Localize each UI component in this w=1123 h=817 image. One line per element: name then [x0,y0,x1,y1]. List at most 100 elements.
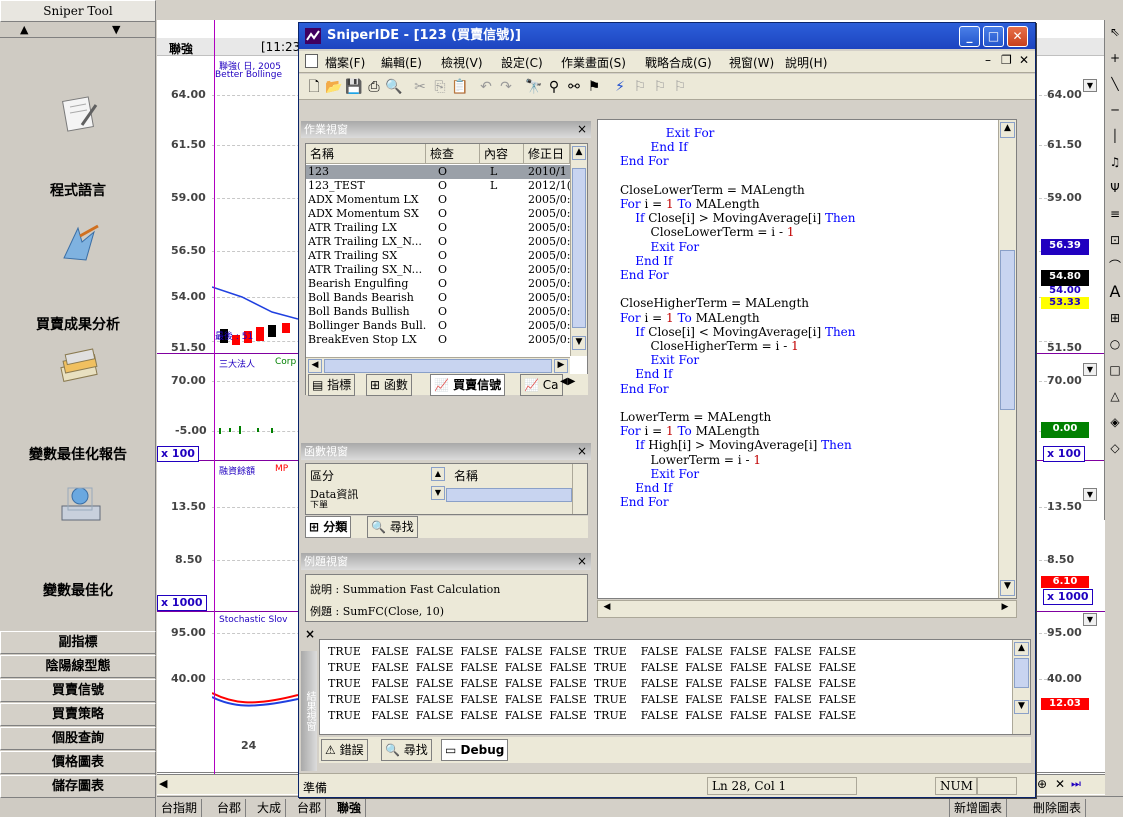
find-next-icon[interactable]: ⚲ [545,78,563,96]
sidebar-button-sub-indicator[interactable]: 副指標 [0,631,156,654]
scroll-thumb[interactable] [1014,658,1029,688]
fibonacci-icon[interactable]: ≡ [1107,206,1123,222]
rectangle-icon[interactable]: □ [1107,362,1123,378]
copy-icon[interactable]: ⎘ [431,78,449,96]
sidebar-button-trade-signal[interactable]: 買賣信號 [0,679,156,702]
text-tool-icon[interactable]: A [1107,284,1123,300]
redo-icon[interactable]: ↷ [497,78,515,96]
delete-chart-button[interactable]: 刪除圖表 [1029,799,1087,817]
bookmark-icon[interactable]: ⚐ [631,78,649,96]
code-vscrollbar[interactable]: ▲ ▼ [998,120,1016,598]
sidebar-item-optimization[interactable]: 變數最佳化 [20,580,136,600]
list-item[interactable]: ATR Trailing LX O 2005/0: [306,221,570,235]
tab-taiflex-2[interactable]: 台郡 [293,799,327,817]
scroll-down-icon[interactable]: ▼ [112,23,120,36]
paste-icon[interactable]: 📋 [451,78,469,96]
code-editor[interactable]: Exit For End If End For CloseLowerTerm = M… [597,119,1017,599]
undo-icon[interactable]: ↶ [477,78,495,96]
list-item[interactable]: ATR Trailing SX O 2005/0: [306,249,570,263]
col-header-check[interactable]: 檢查 [426,144,480,164]
optimization-user-icon[interactable] [58,484,104,526]
sidebar-item-optimization-report[interactable]: 變數最佳化報告 [20,444,136,464]
close-icon[interactable]: × [577,553,587,570]
tab-taiflex[interactable]: 台郡 [213,799,247,817]
scroll-right-icon[interactable]: ▶ [554,359,568,373]
tab-dacheng[interactable]: 大成 [253,799,287,817]
menu-view[interactable]: 檢視(V) [441,54,483,71]
minimize-button[interactable]: _ [959,26,980,47]
new-file-icon[interactable]: 🗋 [305,78,323,96]
scroll-left-icon[interactable]: ◀ [600,602,614,616]
sidebar-button-price-chart[interactable]: 價格圖表 [0,751,156,774]
close-icon[interactable]: × [577,443,587,460]
function-col-category[interactable]: 區分 [310,467,334,484]
col-header-name[interactable]: 名稱 [306,144,426,164]
ellipse-icon[interactable]: ○ [1107,336,1123,352]
menu-window[interactable]: 視窗(W) [729,54,774,71]
menu-edit[interactable]: 編輯(E) [381,54,422,71]
compile-icon[interactable]: ⚡ [611,78,629,96]
cut-icon[interactable]: ✂ [411,78,429,96]
scroll-up-icon[interactable]: ▲ [1014,642,1029,656]
col-header-content[interactable]: 內容 [480,144,524,164]
trendline-icon[interactable]: ╲ [1107,76,1123,92]
tab-ca[interactable]: 📈 Ca [520,374,563,396]
list-vscrollbar[interactable]: ▲ ▼ [570,144,587,356]
analysis-chart-icon[interactable] [56,222,102,264]
scroll-down-icon[interactable]: ▼ [1000,580,1015,596]
sidebar-item-program-language[interactable]: 程式語言 [20,180,136,200]
horizontal-line-icon[interactable]: ─ [1107,102,1123,118]
bell-icon[interactable]: ♫ [1107,154,1123,170]
tab-functions[interactable]: ⊞ 函數 [366,374,412,396]
crosshair-icon[interactable]: + [1107,50,1123,66]
pane-collapse-button[interactable]: ▼ [1083,79,1097,92]
list-item[interactable]: ADX Momentum LX O 2005/0: [306,193,570,207]
arc-icon[interactable]: ⌒ [1107,258,1123,274]
scroll-up-icon[interactable]: ▲ [20,23,28,36]
scroll-thumb[interactable] [572,168,586,328]
pane-collapse-button[interactable]: ▼ [1083,363,1097,376]
scroll-up-icon[interactable]: ▲ [1000,122,1015,138]
save-icon[interactable]: 💾 [345,78,363,96]
report-stack-icon[interactable] [56,346,102,388]
find-all-icon[interactable]: ⚑ [585,78,603,96]
list-item[interactable]: Bearish Engulfing O 2005/0: [306,277,570,291]
sidebar-button-candle-pattern[interactable]: 陰陽線型態 [0,655,156,678]
tab-category[interactable]: ⊞ 分類 [305,516,352,538]
code-hscrollbar[interactable]: ◀ ▶ [597,600,1017,618]
scroll-up-icon[interactable]: ▲ [572,146,586,160]
output-vscrollbar[interactable]: ▲ ▼ [1012,640,1030,734]
scroll-thumb[interactable] [1000,250,1015,410]
close-icon[interactable]: × [577,121,587,138]
pane-collapse-button[interactable]: ▼ [1083,613,1097,626]
replace-icon[interactable]: ⚯ [565,78,583,96]
scroll-end-icon[interactable]: ⏭ [1071,777,1081,791]
list-item[interactable]: 123 O L 2010/1 [306,165,570,179]
close-icon[interactable]: × [305,627,315,641]
fork-icon[interactable]: Ψ [1107,180,1123,196]
mdi-minimize-icon[interactable]: – [985,53,991,67]
print-preview-icon[interactable]: 🔍 [385,78,403,96]
menu-file[interactable]: 檔案(F) [325,54,365,71]
function-vscrollbar[interactable] [572,464,588,514]
bookmark-clear-icon[interactable]: ⚐ [671,78,689,96]
list-item[interactable]: ATR Trailing SX_N... O 2005/0: [306,263,570,277]
menu-strategy[interactable]: 戰略合成(G) [645,54,712,71]
tab-trade-signals[interactable]: 📈 買賣信號 [430,374,506,396]
bookmark-next-icon[interactable]: ⚐ [651,78,669,96]
vertical-line-icon[interactable]: │ [1107,128,1123,144]
function-col-name[interactable]: 名稱 [454,467,478,484]
tab-synnex[interactable]: 聯強 [333,799,367,817]
eraser-icon[interactable]: ◈ [1107,414,1123,430]
menu-workspace[interactable]: 作業畫面(S) [561,54,626,71]
close-icon[interactable]: ✕ [1055,777,1065,791]
tab-scroll-icon[interactable]: ◀▶ [560,376,575,387]
list-hscrollbar[interactable]: ◀ ▶ [306,357,570,374]
add-chart-button[interactable]: 新增圖表 [949,799,1008,817]
zoom-region-icon[interactable]: ⊡ [1107,232,1123,248]
triangle-icon[interactable]: △ [1107,388,1123,404]
list-item[interactable]: ADX Momentum SX O 2005/0: [306,207,570,221]
chevron-down-icon[interactable]: ▼ [431,486,445,500]
list-item[interactable]: 123_TEST O L 2012/1( [306,179,570,193]
grid-icon[interactable]: ⊞ [1107,310,1123,326]
